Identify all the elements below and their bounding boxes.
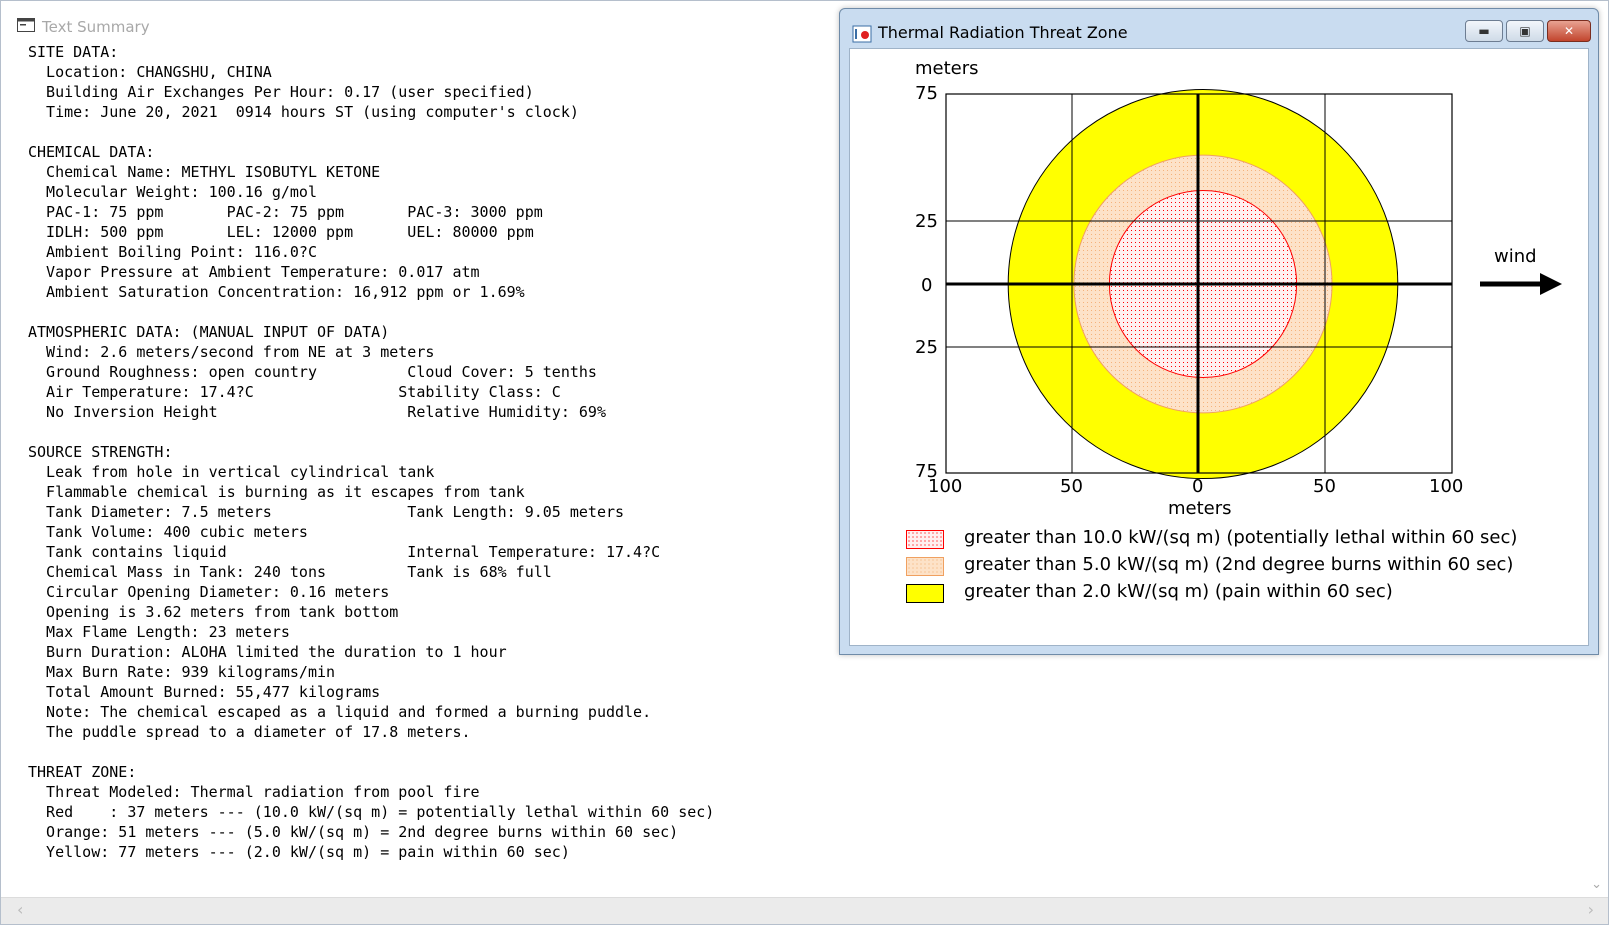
close-button[interactable]: ✕ xyxy=(1547,20,1591,42)
threat-zone-titlebar[interactable]: Thermal Radiation Threat Zone ▬ ▣ ✕ xyxy=(840,9,1598,53)
x-tick-label: 100 xyxy=(1429,476,1463,497)
wind-label: wind xyxy=(1494,246,1537,267)
window-title: Text Summary xyxy=(42,18,150,36)
threat-window-title: Thermal Radiation Threat Zone xyxy=(878,23,1128,42)
maximize-button[interactable]: ▣ xyxy=(1506,20,1544,42)
y-axis-label: meters xyxy=(915,58,979,79)
y-tick-label: 25 xyxy=(915,211,938,232)
threat-zone-window: Thermal Radiation Threat Zone ▬ ▣ ✕ mete… xyxy=(839,8,1599,655)
threat-zone-plot: meters 75 25 0 25 75 100 50 0 50 100 met… xyxy=(915,58,1562,519)
y-tick-label: 0 xyxy=(921,275,932,296)
x-axis-label: meters xyxy=(1168,498,1232,519)
legend-swatch-red xyxy=(906,530,944,549)
horizontal-scrollbar[interactable]: ‹ › xyxy=(1,897,1608,924)
x-tick-label: 50 xyxy=(1313,476,1336,497)
scroll-left-icon[interactable]: ‹ xyxy=(17,900,23,919)
app-window-icon xyxy=(17,18,35,32)
minimize-button[interactable]: ▬ xyxy=(1465,20,1503,42)
summary-text: SITE DATA: Location: CHANGSHU, CHINA Bui… xyxy=(28,43,715,861)
maximize-icon: ▣ xyxy=(1519,24,1531,38)
threat-zone-plot-area: meters 75 25 0 25 75 100 50 0 50 100 met… xyxy=(849,48,1589,646)
minimize-icon: ▬ xyxy=(1478,24,1490,38)
x-tick-label: 50 xyxy=(1060,476,1083,497)
legend-swatch-yellow xyxy=(906,584,944,603)
scroll-right-icon[interactable]: › xyxy=(1588,900,1594,919)
threat-zone-app-icon xyxy=(852,25,872,43)
y-tick-label: 25 xyxy=(915,337,938,358)
legend-label: greater than 10.0 kW/(sq m) (potentially… xyxy=(964,527,1518,548)
scroll-down-icon[interactable]: ⌄ xyxy=(1591,877,1602,892)
y-tick-label: 75 xyxy=(915,83,938,104)
legend-label: greater than 5.0 kW/(sq m) (2nd degree b… xyxy=(964,554,1514,575)
x-tick-label: 100 xyxy=(928,476,962,497)
x-tick-label: 0 xyxy=(1192,476,1203,497)
legend-swatch-orange xyxy=(906,557,944,576)
wind-arrow-icon xyxy=(1480,273,1562,295)
legend-label: greater than 2.0 kW/(sq m) (pain within … xyxy=(964,581,1393,602)
close-icon: ✕ xyxy=(1563,24,1575,38)
